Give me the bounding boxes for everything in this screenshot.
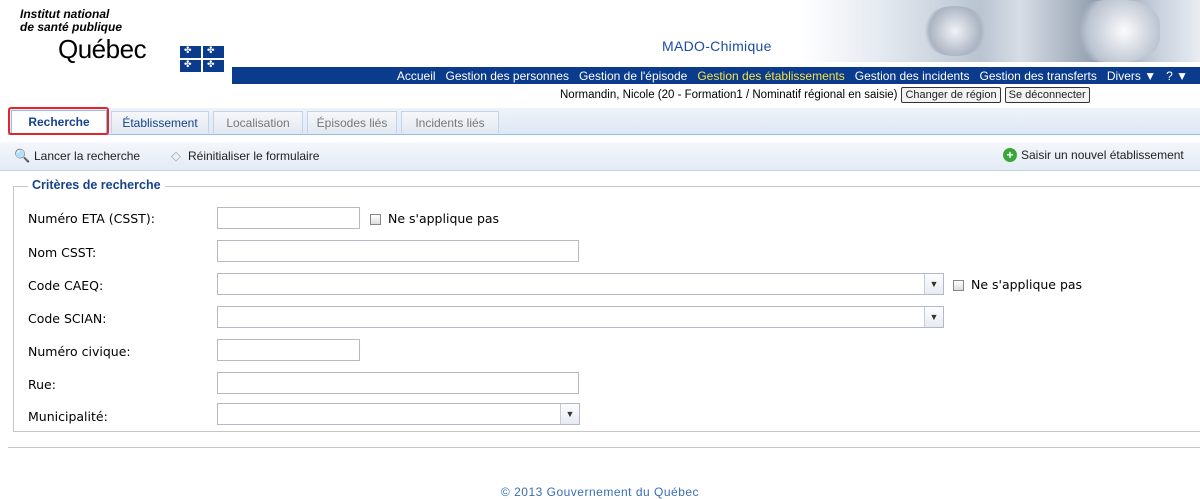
new-establishment-button[interactable]: + Saisir un nouvel établissement [1003, 148, 1184, 162]
nav-gestion-episode[interactable]: Gestion de l'épisode [579, 69, 687, 83]
civique-input[interactable] [217, 339, 360, 361]
toolbar: 🔍 Lancer la recherche ◇ Réinitialiser le… [0, 142, 1200, 171]
change-region-button[interactable]: Changer de région [901, 87, 1001, 103]
chevron-down-icon[interactable]: ▼ [924, 307, 943, 327]
nom-input[interactable] [217, 240, 579, 262]
tab-etablissement[interactable]: Établissement [111, 111, 209, 133]
tab-episodes-lies[interactable]: Épisodes liés [307, 111, 397, 133]
eta-na-checkbox[interactable] [370, 214, 381, 225]
tab-recherche[interactable]: Recherche [11, 110, 107, 134]
logo-line2: de santé publique [20, 20, 123, 34]
chevron-down-icon[interactable]: ▼ [560, 404, 579, 424]
reset-button[interactable]: ◇ Réinitialiser le formulaire [168, 148, 319, 164]
user-info: Normandin, Nicole (20 - Formation1 / Nom… [560, 89, 898, 101]
nav-gestion-etablissements[interactable]: Gestion des établissements [697, 69, 844, 83]
search-icon: 🔍 [14, 148, 31, 163]
reset-button-label: Réinitialiser le formulaire [188, 149, 320, 163]
caeq-label: Code CAEQ: [28, 278, 104, 293]
scian-combo[interactable]: ▼ [217, 306, 944, 328]
app-title: MADO-Chimique [662, 38, 772, 54]
tab-localisation[interactable]: Localisation [213, 111, 303, 133]
header: Institut national de santé publique Québ… [0, 0, 1200, 106]
rue-input[interactable] [217, 372, 579, 394]
eraser-icon: ◇ [171, 148, 181, 163]
municipalite-combo[interactable]: ▼ [217, 403, 580, 425]
user-line: Normandin, Nicole (20 - Formation1 / Nom… [560, 86, 1200, 104]
search-button[interactable]: 🔍 Lancer la recherche [14, 148, 140, 164]
chevron-down-icon[interactable]: ▼ [924, 274, 943, 294]
caeq-na-label: Ne s'applique pas [971, 277, 1083, 292]
footer-copyright: © 2013 Gouvernement du Québec [500, 485, 700, 499]
caeq-na-checkbox[interactable] [953, 280, 964, 291]
rue-label: Rue: [28, 377, 56, 392]
nav-gestion-personnes[interactable]: Gestion des personnes [446, 69, 569, 83]
header-photo [800, 0, 1200, 62]
fieldset-legend: Critères de recherche [28, 178, 165, 192]
logo-line3: Québec [58, 34, 147, 64]
tab-incidents-lies[interactable]: Incidents liés [401, 111, 499, 133]
scian-label: Code SCIAN: [28, 311, 107, 326]
nav-gestion-transferts[interactable]: Gestion des transferts [980, 69, 1097, 83]
add-icon: + [1003, 148, 1017, 162]
nav-divers-menu[interactable]: Divers ▼ [1107, 69, 1156, 83]
eta-label: Numéro ETA (CSST): [28, 211, 155, 226]
eta-input[interactable] [217, 207, 360, 229]
nav-help-menu[interactable]: ? ▼ [1166, 69, 1188, 83]
eta-na-label: Ne s'applique pas [388, 211, 500, 226]
new-establishment-label: Saisir un nouvel établissement [1021, 148, 1184, 162]
nom-label: Nom CSST: [28, 245, 97, 260]
muni-label: Municipalité: [28, 409, 108, 424]
nav-accueil[interactable]: Accueil [397, 69, 436, 83]
top-nav: Accueil Gestion des personnes Gestion de… [232, 67, 1200, 84]
tab-bar: Recherche Établissement Localisation Épi… [8, 108, 1200, 135]
divider [8, 447, 1200, 448]
search-button-label: Lancer la recherche [34, 149, 141, 163]
quebec-flag-icon [180, 45, 224, 72]
logout-button[interactable]: Se déconnecter [1004, 87, 1090, 103]
nav-gestion-incidents[interactable]: Gestion des incidents [855, 69, 970, 83]
caeq-combo[interactable]: ▼ [217, 273, 944, 295]
civique-label: Numéro civique: [28, 344, 131, 359]
